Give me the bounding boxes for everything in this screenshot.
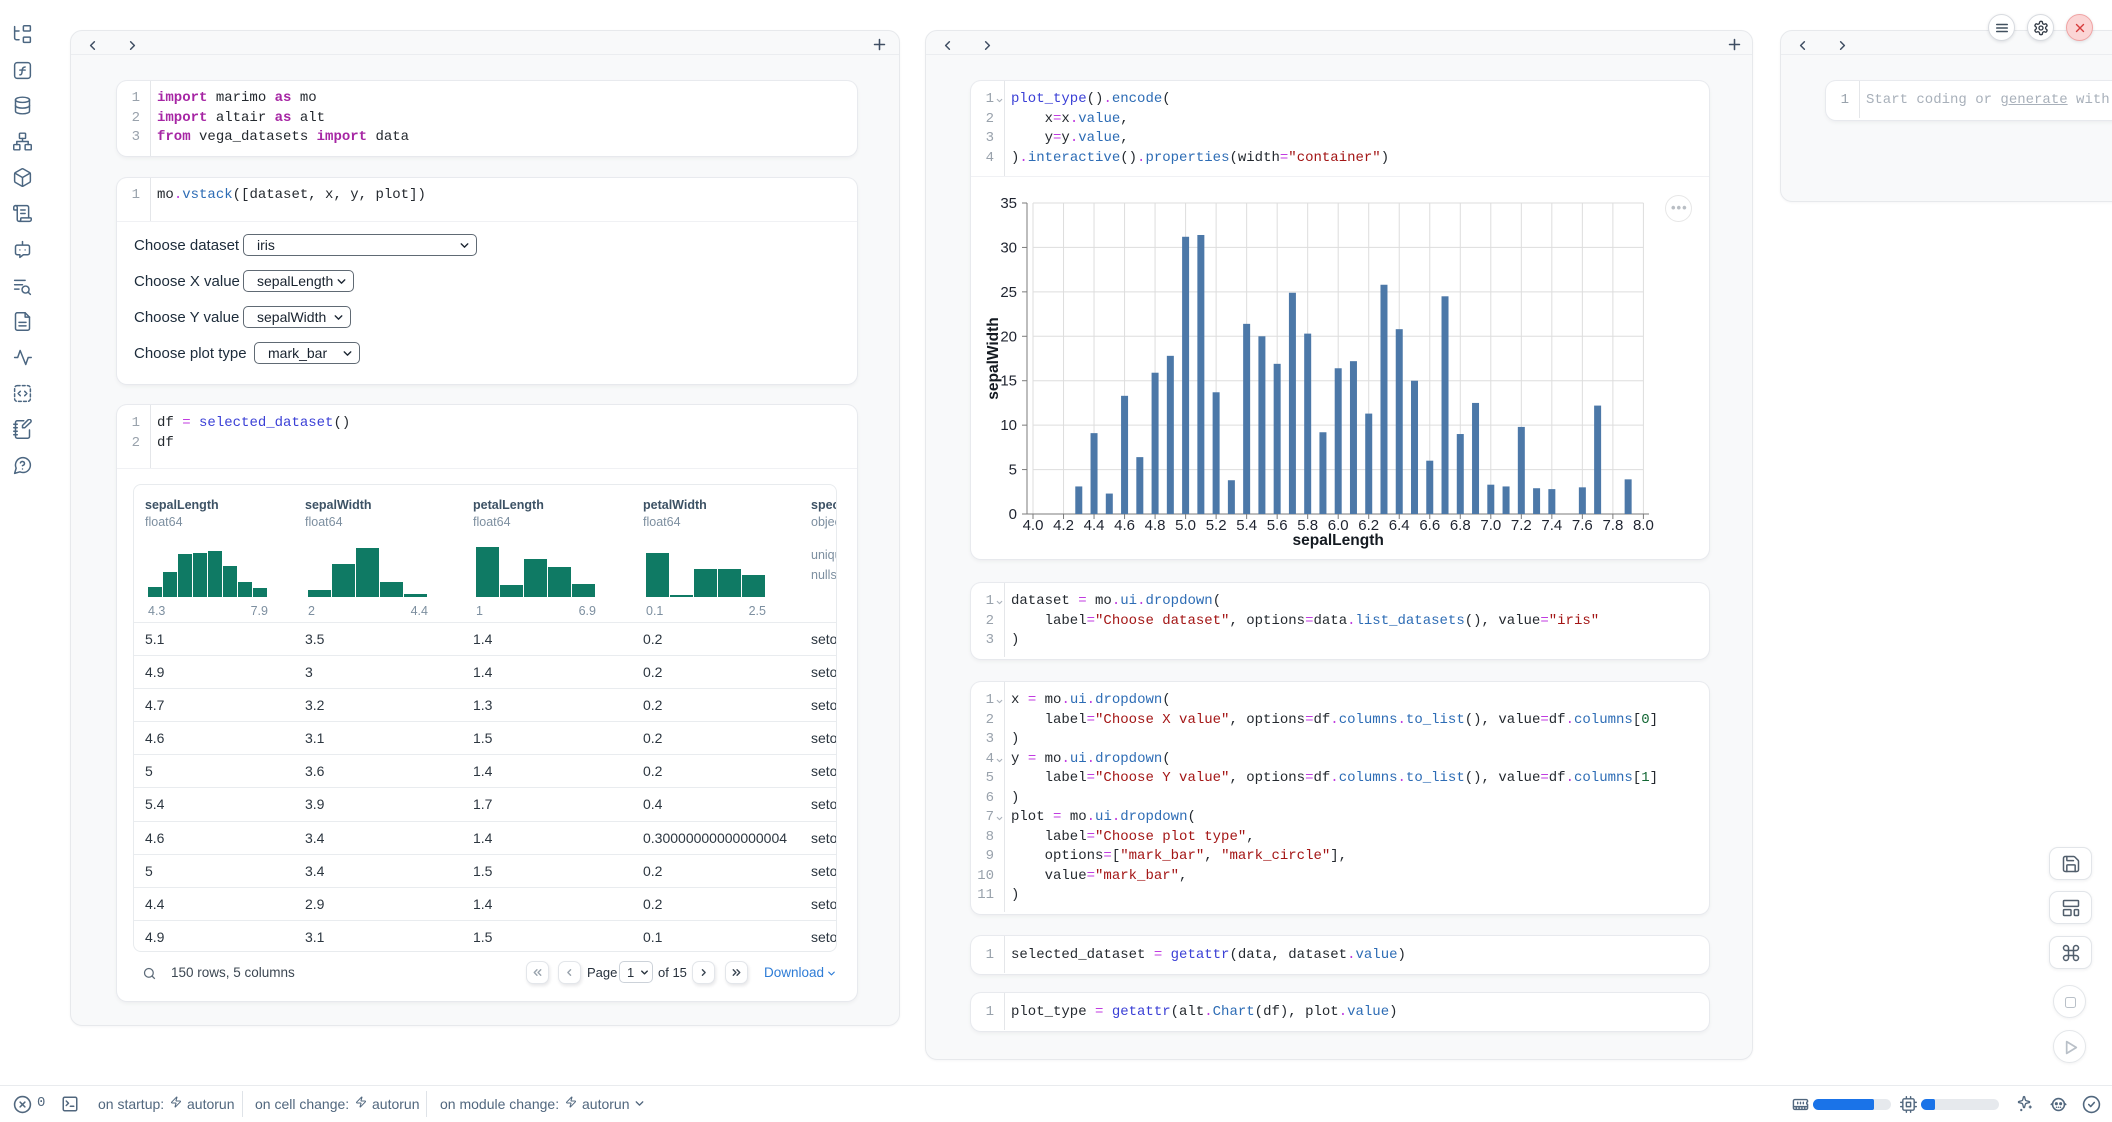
svg-text:15: 15: [1000, 373, 1017, 390]
svg-text:4.4: 4.4: [1084, 517, 1105, 534]
svg-text:7.8: 7.8: [1602, 517, 1623, 534]
svg-text:7.6: 7.6: [1572, 517, 1593, 534]
svg-text:sepalLength: sepalLength: [1293, 532, 1384, 549]
svg-text:6.6: 6.6: [1419, 517, 1440, 534]
svg-text:35: 35: [1000, 195, 1017, 212]
svg-text:7.4: 7.4: [1541, 517, 1562, 534]
svg-text:6.8: 6.8: [1450, 517, 1471, 534]
svg-text:4.0: 4.0: [1023, 517, 1044, 534]
svg-text:5.4: 5.4: [1236, 517, 1257, 534]
svg-text:10: 10: [1000, 417, 1017, 434]
svg-text:4.6: 4.6: [1114, 517, 1135, 534]
svg-text:7.2: 7.2: [1511, 517, 1532, 534]
svg-text:4.2: 4.2: [1053, 517, 1074, 534]
svg-text:7.0: 7.0: [1480, 517, 1501, 534]
svg-text:5: 5: [1009, 462, 1017, 479]
svg-text:25: 25: [1000, 284, 1017, 301]
svg-text:6.4: 6.4: [1389, 517, 1410, 534]
svg-text:30: 30: [1000, 239, 1017, 256]
svg-text:8.0: 8.0: [1633, 517, 1654, 534]
svg-text:4.8: 4.8: [1145, 517, 1166, 534]
svg-text:sepalWidth: sepalWidth: [985, 317, 1002, 400]
svg-text:5.0: 5.0: [1175, 517, 1196, 534]
svg-text:5.2: 5.2: [1206, 517, 1227, 534]
svg-text:0: 0: [1009, 506, 1017, 523]
svg-text:5.6: 5.6: [1267, 517, 1288, 534]
svg-text:20: 20: [1000, 328, 1017, 345]
